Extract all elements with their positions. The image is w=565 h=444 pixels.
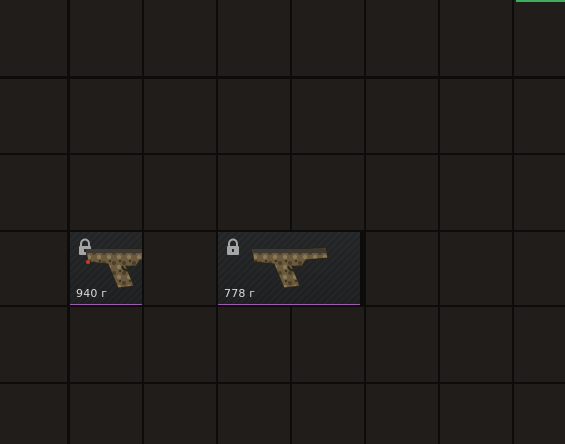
inventory-slot[interactable] [292,307,364,382]
lock-icon [227,238,239,255]
inventory-slot[interactable] [144,232,216,305]
inventory-slot[interactable] [70,79,142,153]
inventory-slot[interactable] [0,384,67,444]
inventory-slot[interactable] [144,0,216,76]
inventory-slot[interactable] [514,155,565,230]
inventory-slot[interactable] [440,79,512,153]
inventory-slot[interactable] [144,79,216,153]
inventory-slot[interactable] [366,155,438,230]
inventory-slot[interactable] [366,307,438,382]
inventory-slot[interactable] [70,384,142,444]
inventory-slot[interactable] [514,384,565,444]
inventory-slot[interactable] [218,0,290,76]
inventory-slot[interactable] [292,155,364,230]
inventory-slot[interactable] [440,155,512,230]
inventory-slot[interactable] [440,307,512,382]
top-accent-line [516,0,565,2]
inventory-grid: 940 г 778 г [0,0,565,444]
inventory-slot[interactable] [218,384,290,444]
inventory-slot[interactable] [70,307,142,382]
inventory-slot[interactable] [440,384,512,444]
inventory-item-1[interactable]: 940 г [70,232,142,305]
inventory-slot[interactable] [0,155,67,230]
inventory-slot[interactable] [70,0,142,76]
inventory-slot[interactable] [366,79,438,153]
inventory-slot[interactable] [218,79,290,153]
inventory-slot[interactable] [366,384,438,444]
inventory-slot[interactable] [0,307,67,382]
inventory-slot[interactable] [0,79,67,153]
inventory-item-2[interactable]: 778 г [218,232,360,305]
inventory-slot[interactable] [292,0,364,76]
inventory-slot[interactable] [440,0,512,76]
inventory-slot[interactable] [292,79,364,153]
inventory-slot[interactable] [292,384,364,444]
item-price: 940 г [76,287,108,300]
inventory-slot[interactable] [514,307,565,382]
inventory-slot[interactable] [514,232,565,305]
inventory-slot[interactable] [144,155,216,230]
item-price: 778 г [224,287,256,300]
inventory-slot[interactable] [218,155,290,230]
pistol-icon [85,247,142,289]
inventory-slot[interactable] [144,307,216,382]
inventory-slot[interactable] [218,307,290,382]
inventory-slot[interactable] [514,0,565,76]
inventory-slot[interactable] [440,232,512,305]
inventory-slot[interactable] [0,0,67,76]
inventory-slot[interactable] [144,384,216,444]
inventory-slot[interactable] [514,79,565,153]
pistol-icon [251,247,329,289]
inventory-slot[interactable] [366,232,438,305]
inventory-slot[interactable] [366,0,438,76]
inventory-slot[interactable] [70,155,142,230]
inventory-slot[interactable] [0,232,67,305]
